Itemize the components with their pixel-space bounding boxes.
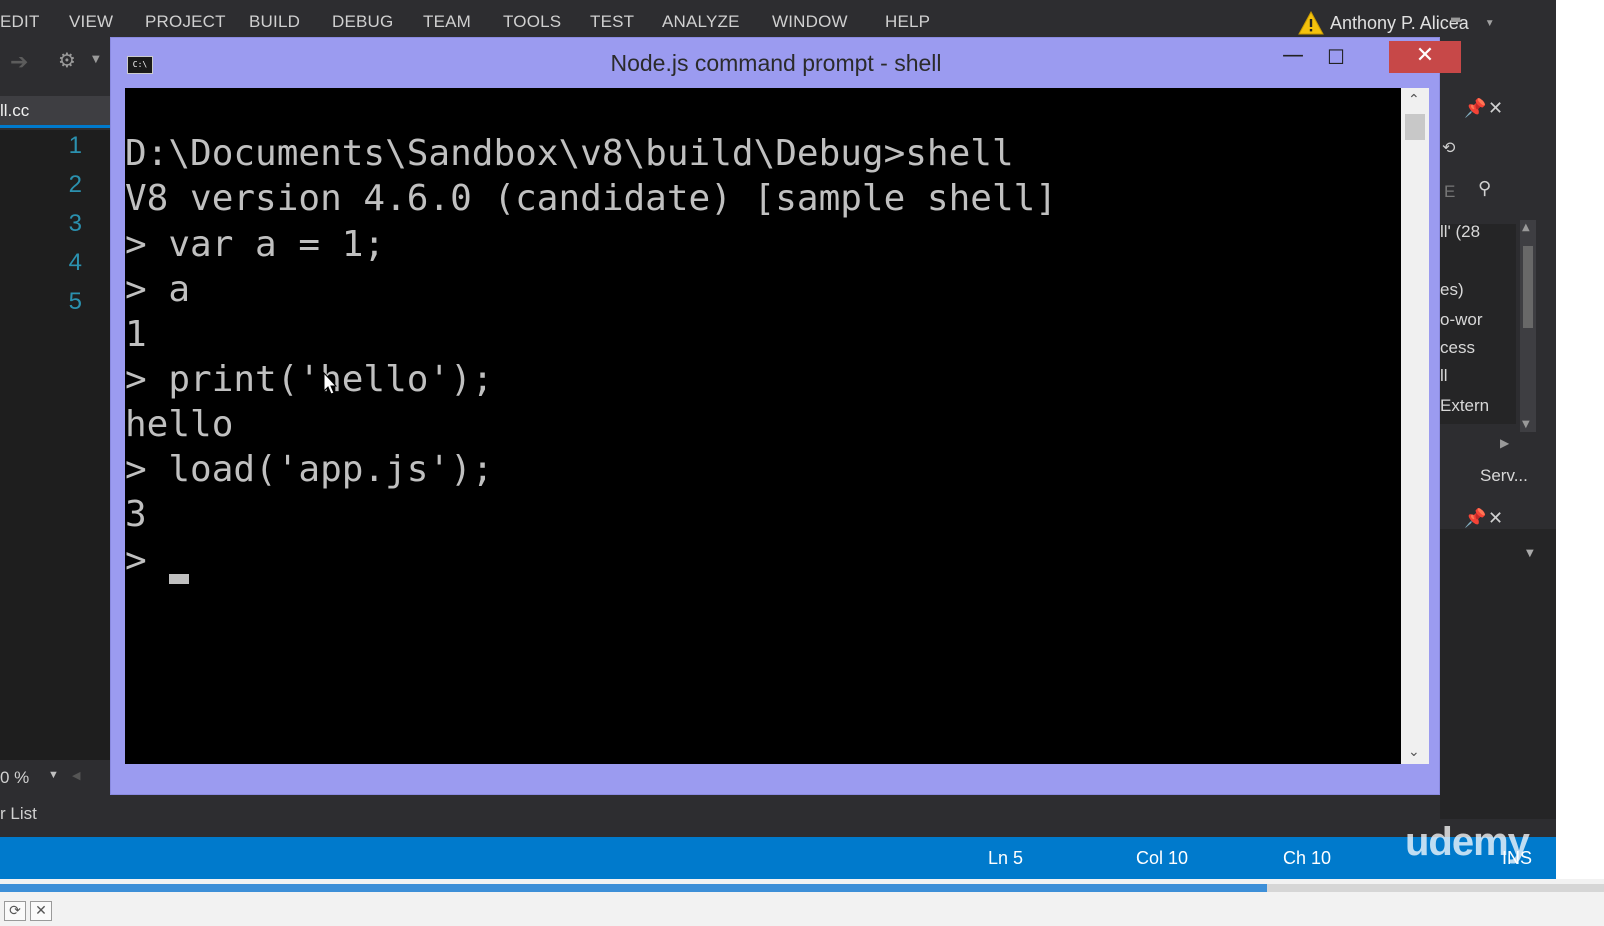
editor-tab[interactable]: ll.cc bbox=[0, 96, 110, 128]
menu-build[interactable]: BUILD bbox=[249, 12, 300, 32]
line-number: 4 bbox=[68, 249, 82, 276]
solution-explorer-panel bbox=[1440, 44, 1556, 834]
servers-tab[interactable]: Serv... bbox=[1480, 466, 1550, 486]
line-number: 3 bbox=[68, 210, 82, 237]
pin-icon[interactable]: 📌 bbox=[1464, 98, 1486, 119]
menu-help[interactable]: HELP bbox=[885, 12, 930, 32]
terminal-line: D:\Documents\Sandbox\v8\build\Debug>shel… bbox=[125, 133, 1014, 174]
scroll-right-icon[interactable]: ▶ bbox=[1500, 436, 1509, 450]
status-bar: Ln 5 Col 10 Ch 10 INS bbox=[0, 837, 1556, 879]
scroll-up-icon[interactable]: ⌃ bbox=[1408, 92, 1420, 108]
tree-item[interactable]: o-wor bbox=[1440, 310, 1518, 330]
tree-item[interactable]: ll bbox=[1440, 366, 1518, 386]
status-column: Col 10 bbox=[1136, 848, 1189, 868]
close-icon[interactable]: ✕ bbox=[1488, 508, 1503, 529]
properties-panel bbox=[1440, 529, 1556, 819]
terminal-line: V8 version 4.6.0 (candidate) [sample she… bbox=[125, 178, 1057, 219]
status-line: Ln 5 bbox=[988, 848, 1024, 868]
tree-item[interactable]: Extern bbox=[1440, 396, 1518, 416]
menu-debug[interactable]: DEBUG bbox=[332, 12, 393, 32]
line-number: 5 bbox=[68, 288, 82, 315]
menu-edit[interactable]: EDIT bbox=[0, 12, 40, 32]
mouse-pointer-icon bbox=[323, 372, 337, 395]
tree-item[interactable]: ll' (28 bbox=[1440, 222, 1518, 242]
text-cursor bbox=[169, 574, 189, 584]
menu-view[interactable]: VIEW bbox=[69, 12, 113, 32]
scrollbar-thumb[interactable] bbox=[1523, 246, 1533, 328]
tree-item[interactable]: cess bbox=[1440, 338, 1518, 358]
error-list-label: r List bbox=[0, 804, 37, 823]
menu-window[interactable]: WINDOW bbox=[772, 12, 848, 32]
explorer-scrollbar[interactable]: ▲ ▼ bbox=[1520, 220, 1536, 432]
menu-tools[interactable]: TOOLS bbox=[503, 12, 561, 32]
warning-icon bbox=[1298, 11, 1324, 35]
chevron-down-icon[interactable]: ▼ bbox=[92, 54, 100, 65]
terminal-scrollbar[interactable]: ⌃ ⌄ bbox=[1401, 88, 1429, 764]
editor-tab-label: ll.cc bbox=[0, 101, 30, 120]
chevron-down-icon[interactable]: ▼ bbox=[1485, 18, 1495, 29]
title-bar[interactable]: C:\ Node.js command prompt - shell — ☐ ✕ bbox=[111, 38, 1461, 88]
loop-icon[interactable]: ⟳ bbox=[4, 901, 26, 921]
scrollbar-thumb[interactable] bbox=[1405, 114, 1425, 140]
maximize-button[interactable]: ☐ bbox=[1316, 44, 1356, 72]
terminal-output[interactable]: D:\Documents\Sandbox\v8\build\Debug>shel… bbox=[125, 88, 1401, 764]
video-controls: ⟳ ✕ bbox=[0, 879, 1604, 926]
screen: EDIT VIEW PROJECT BUILD DEBUG TEAM TOOLS… bbox=[0, 0, 1604, 926]
close-icon[interactable]: ✕ bbox=[1488, 98, 1503, 119]
line-number-gutter: 1 2 3 4 5 bbox=[0, 130, 110, 760]
minimize-button[interactable]: — bbox=[1273, 44, 1313, 72]
settings-gear-icon[interactable]: ⚙ bbox=[58, 48, 76, 72]
menu-test[interactable]: TEST bbox=[590, 12, 634, 32]
scroll-down-icon[interactable]: ▼ bbox=[1522, 419, 1530, 430]
udemy-watermark: udemy bbox=[1405, 820, 1530, 864]
chevron-down-icon[interactable]: ▼ bbox=[1526, 548, 1534, 559]
terminal-prompt: > bbox=[125, 540, 147, 581]
scroll-up-icon[interactable]: ▲ bbox=[1522, 222, 1530, 233]
window-title: Node.js command prompt - shell bbox=[610, 50, 942, 76]
close-button[interactable]: ✕ bbox=[1389, 41, 1461, 73]
zoom-level: 0 % bbox=[0, 768, 30, 787]
terminal-line: 1 bbox=[125, 314, 147, 355]
menu-team[interactable]: TEAM bbox=[423, 12, 471, 32]
pin-icon[interactable]: 📌 bbox=[1464, 508, 1486, 529]
line-number: 2 bbox=[68, 171, 82, 198]
chevron-down-icon[interactable]: ▼ bbox=[48, 769, 59, 781]
terminal-line: > print('hello'); bbox=[125, 359, 494, 400]
search-icon[interactable]: ⚲ bbox=[1478, 178, 1491, 199]
user-account[interactable]: Anthony P. Alicea ▼ bbox=[1298, 11, 1495, 35]
menu-analyze[interactable]: ANALYZE bbox=[662, 12, 740, 32]
line-number: 1 bbox=[68, 132, 82, 159]
error-list-tab[interactable]: r List bbox=[0, 804, 37, 824]
terminal-line: > var a = 1; bbox=[125, 224, 386, 265]
overflow-icon[interactable]: ▬ bbox=[1450, 12, 1461, 26]
terminal-line: 3 bbox=[125, 494, 147, 535]
video-progress-bar[interactable] bbox=[0, 884, 1604, 892]
video-progress-fill bbox=[0, 884, 1268, 892]
menu-project[interactable]: PROJECT bbox=[145, 12, 226, 32]
navigate-forward-icon[interactable]: ➔ bbox=[10, 50, 28, 75]
zoom-selector[interactable]: 0 % ▼ ◀ bbox=[0, 764, 110, 792]
search-input[interactable]: E bbox=[1444, 182, 1456, 202]
scroll-left-icon[interactable]: ◀ bbox=[72, 769, 80, 782]
scroll-down-icon[interactable]: ⌄ bbox=[1408, 744, 1420, 760]
status-char: Ch 10 bbox=[1283, 848, 1332, 868]
terminal-line: > load('app.js'); bbox=[125, 449, 494, 490]
page-background bbox=[1556, 0, 1604, 880]
tree-item[interactable]: es) bbox=[1440, 280, 1518, 300]
terminal-line: hello bbox=[125, 404, 234, 445]
terminal-line: > a bbox=[125, 269, 191, 310]
console-window[interactable]: C:\ Node.js command prompt - shell — ☐ ✕… bbox=[110, 37, 1461, 795]
user-name: Anthony P. Alicea bbox=[1330, 12, 1469, 33]
history-icon[interactable]: ⟲ bbox=[1442, 138, 1455, 157]
shuffle-icon[interactable]: ✕ bbox=[30, 901, 52, 921]
